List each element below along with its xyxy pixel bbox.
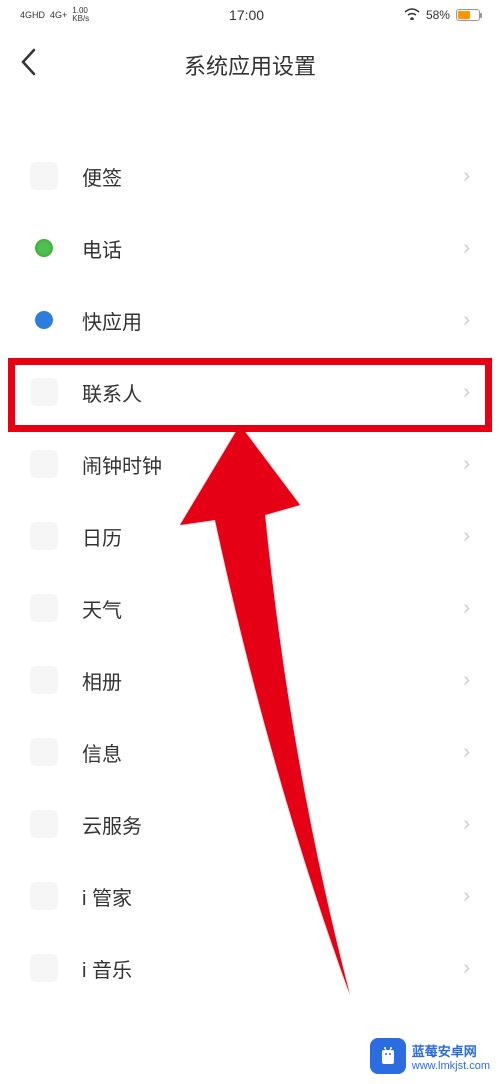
- item-calendar[interactable]: 日历 ›: [0, 500, 500, 572]
- gallery-icon: [30, 666, 58, 694]
- calendar-icon: [30, 522, 58, 550]
- watermark: 蓝莓安卓网 www.lmkjst.com: [370, 1038, 490, 1074]
- chevron-right-icon: ›: [463, 381, 470, 404]
- back-button[interactable]: [20, 48, 36, 83]
- watermark-url: www.lmkjst.com: [412, 1060, 490, 1072]
- imanager-icon: [30, 882, 58, 910]
- status-left: 4GHD 4G+ 1.00 KB/s: [20, 7, 89, 23]
- battery-percent: 58%: [426, 8, 450, 22]
- item-label: 相册: [82, 666, 463, 695]
- chevron-right-icon: ›: [463, 813, 470, 836]
- item-phone[interactable]: 电话 ›: [0, 212, 500, 284]
- item-contacts[interactable]: 联系人 ›: [0, 356, 500, 428]
- signal-2: 4G+: [50, 10, 67, 20]
- chevron-right-icon: ›: [463, 309, 470, 332]
- chevron-right-icon: ›: [463, 597, 470, 620]
- chevron-right-icon: ›: [463, 885, 470, 908]
- item-label: 便签: [82, 162, 463, 191]
- notes-icon: [30, 162, 58, 190]
- item-weather[interactable]: 天气 ›: [0, 572, 500, 644]
- weather-icon: [30, 594, 58, 622]
- item-clock[interactable]: 闹钟时钟 ›: [0, 428, 500, 500]
- imusic-icon: [30, 954, 58, 982]
- item-label: i 管家: [82, 882, 463, 911]
- battery-icon: [456, 9, 480, 21]
- page-title: 系统应用设置: [20, 49, 480, 81]
- item-imusic[interactable]: i 音乐 ›: [0, 932, 500, 1004]
- net-speed: 1.00 KB/s: [72, 7, 89, 23]
- item-label: 日历: [82, 522, 463, 551]
- chevron-right-icon: ›: [463, 669, 470, 692]
- chevron-right-icon: ›: [463, 957, 470, 980]
- item-label: 快应用: [82, 306, 463, 335]
- item-gallery[interactable]: 相册 ›: [0, 644, 500, 716]
- quickapp-icon: [35, 311, 53, 329]
- contacts-icon: [30, 378, 58, 406]
- item-imanager[interactable]: i 管家 ›: [0, 860, 500, 932]
- chevron-right-icon: ›: [463, 741, 470, 764]
- item-label: 闹钟时钟: [82, 450, 463, 479]
- item-notes[interactable]: 便签 ›: [0, 140, 500, 212]
- item-label: 联系人: [82, 378, 463, 407]
- header: 系统应用设置: [0, 30, 500, 100]
- chevron-right-icon: ›: [463, 237, 470, 260]
- item-label: 电话: [82, 234, 463, 263]
- chevron-right-icon: ›: [463, 525, 470, 548]
- status-bar: 4GHD 4G+ 1.00 KB/s 17:00 58%: [0, 0, 500, 30]
- item-quickapp[interactable]: 快应用 ›: [0, 284, 500, 356]
- wifi-icon: [404, 8, 420, 23]
- item-messages[interactable]: 信息 ›: [0, 716, 500, 788]
- item-label: 天气: [82, 594, 463, 623]
- item-label: i 音乐: [82, 954, 463, 983]
- phone-icon: [35, 239, 53, 257]
- item-cloud[interactable]: 云服务 ›: [0, 788, 500, 860]
- signal-1: 4GHD: [20, 10, 45, 20]
- settings-list: 便签 › 电话 › 快应用 › 联系人 › 闹钟时钟 › 日历 › 天气 › 相…: [0, 140, 500, 1004]
- clock-icon: [30, 450, 58, 478]
- item-label: 信息: [82, 738, 463, 767]
- watermark-text: 蓝莓安卓网 www.lmkjst.com: [412, 1041, 490, 1072]
- watermark-title: 蓝莓安卓网: [412, 1041, 490, 1060]
- item-label: 云服务: [82, 810, 463, 839]
- status-time: 17:00: [229, 7, 264, 23]
- chevron-right-icon: ›: [463, 453, 470, 476]
- status-right: 58%: [404, 8, 480, 23]
- cloud-icon: [30, 810, 58, 838]
- messages-icon: [30, 738, 58, 766]
- chevron-right-icon: ›: [463, 165, 470, 188]
- watermark-logo-icon: [370, 1038, 406, 1074]
